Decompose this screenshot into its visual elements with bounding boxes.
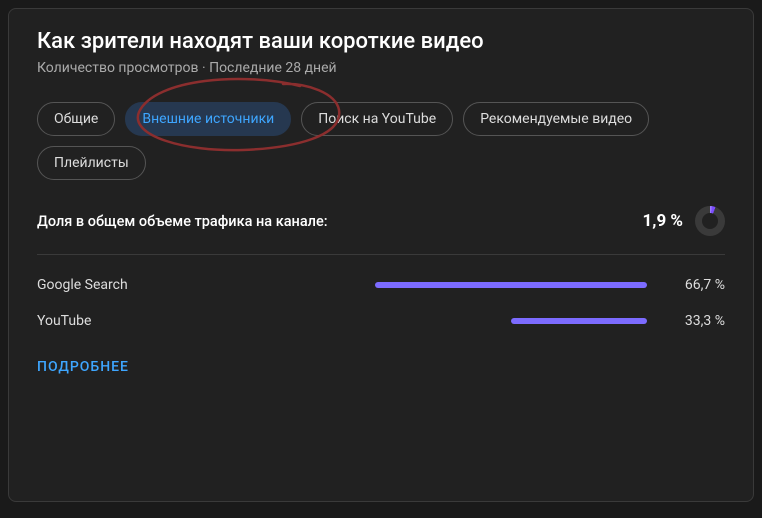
- tab-label: Плейлисты: [54, 155, 129, 171]
- bar-track: [375, 318, 647, 324]
- divider: [37, 254, 725, 255]
- tab-row: Общие Внешние источники Поиск на YouTube…: [37, 102, 725, 180]
- tab-label: Общие: [54, 111, 98, 127]
- tab-general[interactable]: Общие: [37, 102, 115, 136]
- tab-youtube-search[interactable]: Поиск на YouTube: [301, 102, 453, 136]
- card-title: Как зрители находят ваши короткие видео: [37, 29, 725, 54]
- tab-playlists[interactable]: Плейлисты: [37, 146, 146, 180]
- source-percent: 33,3 %: [665, 313, 725, 329]
- more-details-link[interactable]: ПОДРОБНЕЕ: [37, 359, 129, 375]
- source-name: YouTube: [37, 313, 357, 329]
- overall-traffic-share-label: Доля в общем объеме трафика на канале:: [37, 213, 328, 230]
- source-percent: 66,7 %: [665, 277, 725, 293]
- bar-fill: [511, 318, 647, 324]
- card-subtitle: Количество просмотров · Последние 28 дне…: [37, 60, 725, 76]
- overall-traffic-share-value: 1,9 %: [643, 211, 683, 231]
- overall-traffic-share-value-wrap: 1,9 %: [643, 206, 725, 236]
- tab-recommended-videos[interactable]: Рекомендуемые видео: [463, 102, 649, 136]
- bar-track: [375, 282, 647, 288]
- source-row: YouTube 33,3 %: [37, 313, 725, 329]
- tab-label: Рекомендуемые видео: [480, 111, 632, 127]
- bar-fill: [375, 282, 647, 288]
- tab-external-sources[interactable]: Внешние источники: [125, 102, 291, 136]
- overall-traffic-share-row: Доля в общем объеме трафика на канале: 1…: [37, 206, 725, 236]
- traffic-sources-card: Как зрители находят ваши короткие видео …: [8, 8, 754, 502]
- tab-label: Внешние источники: [142, 111, 274, 127]
- source-name: Google Search: [37, 277, 357, 293]
- donut-chart-icon: [695, 206, 725, 236]
- source-row: Google Search 66,7 %: [37, 277, 725, 293]
- tab-label: Поиск на YouTube: [318, 111, 436, 127]
